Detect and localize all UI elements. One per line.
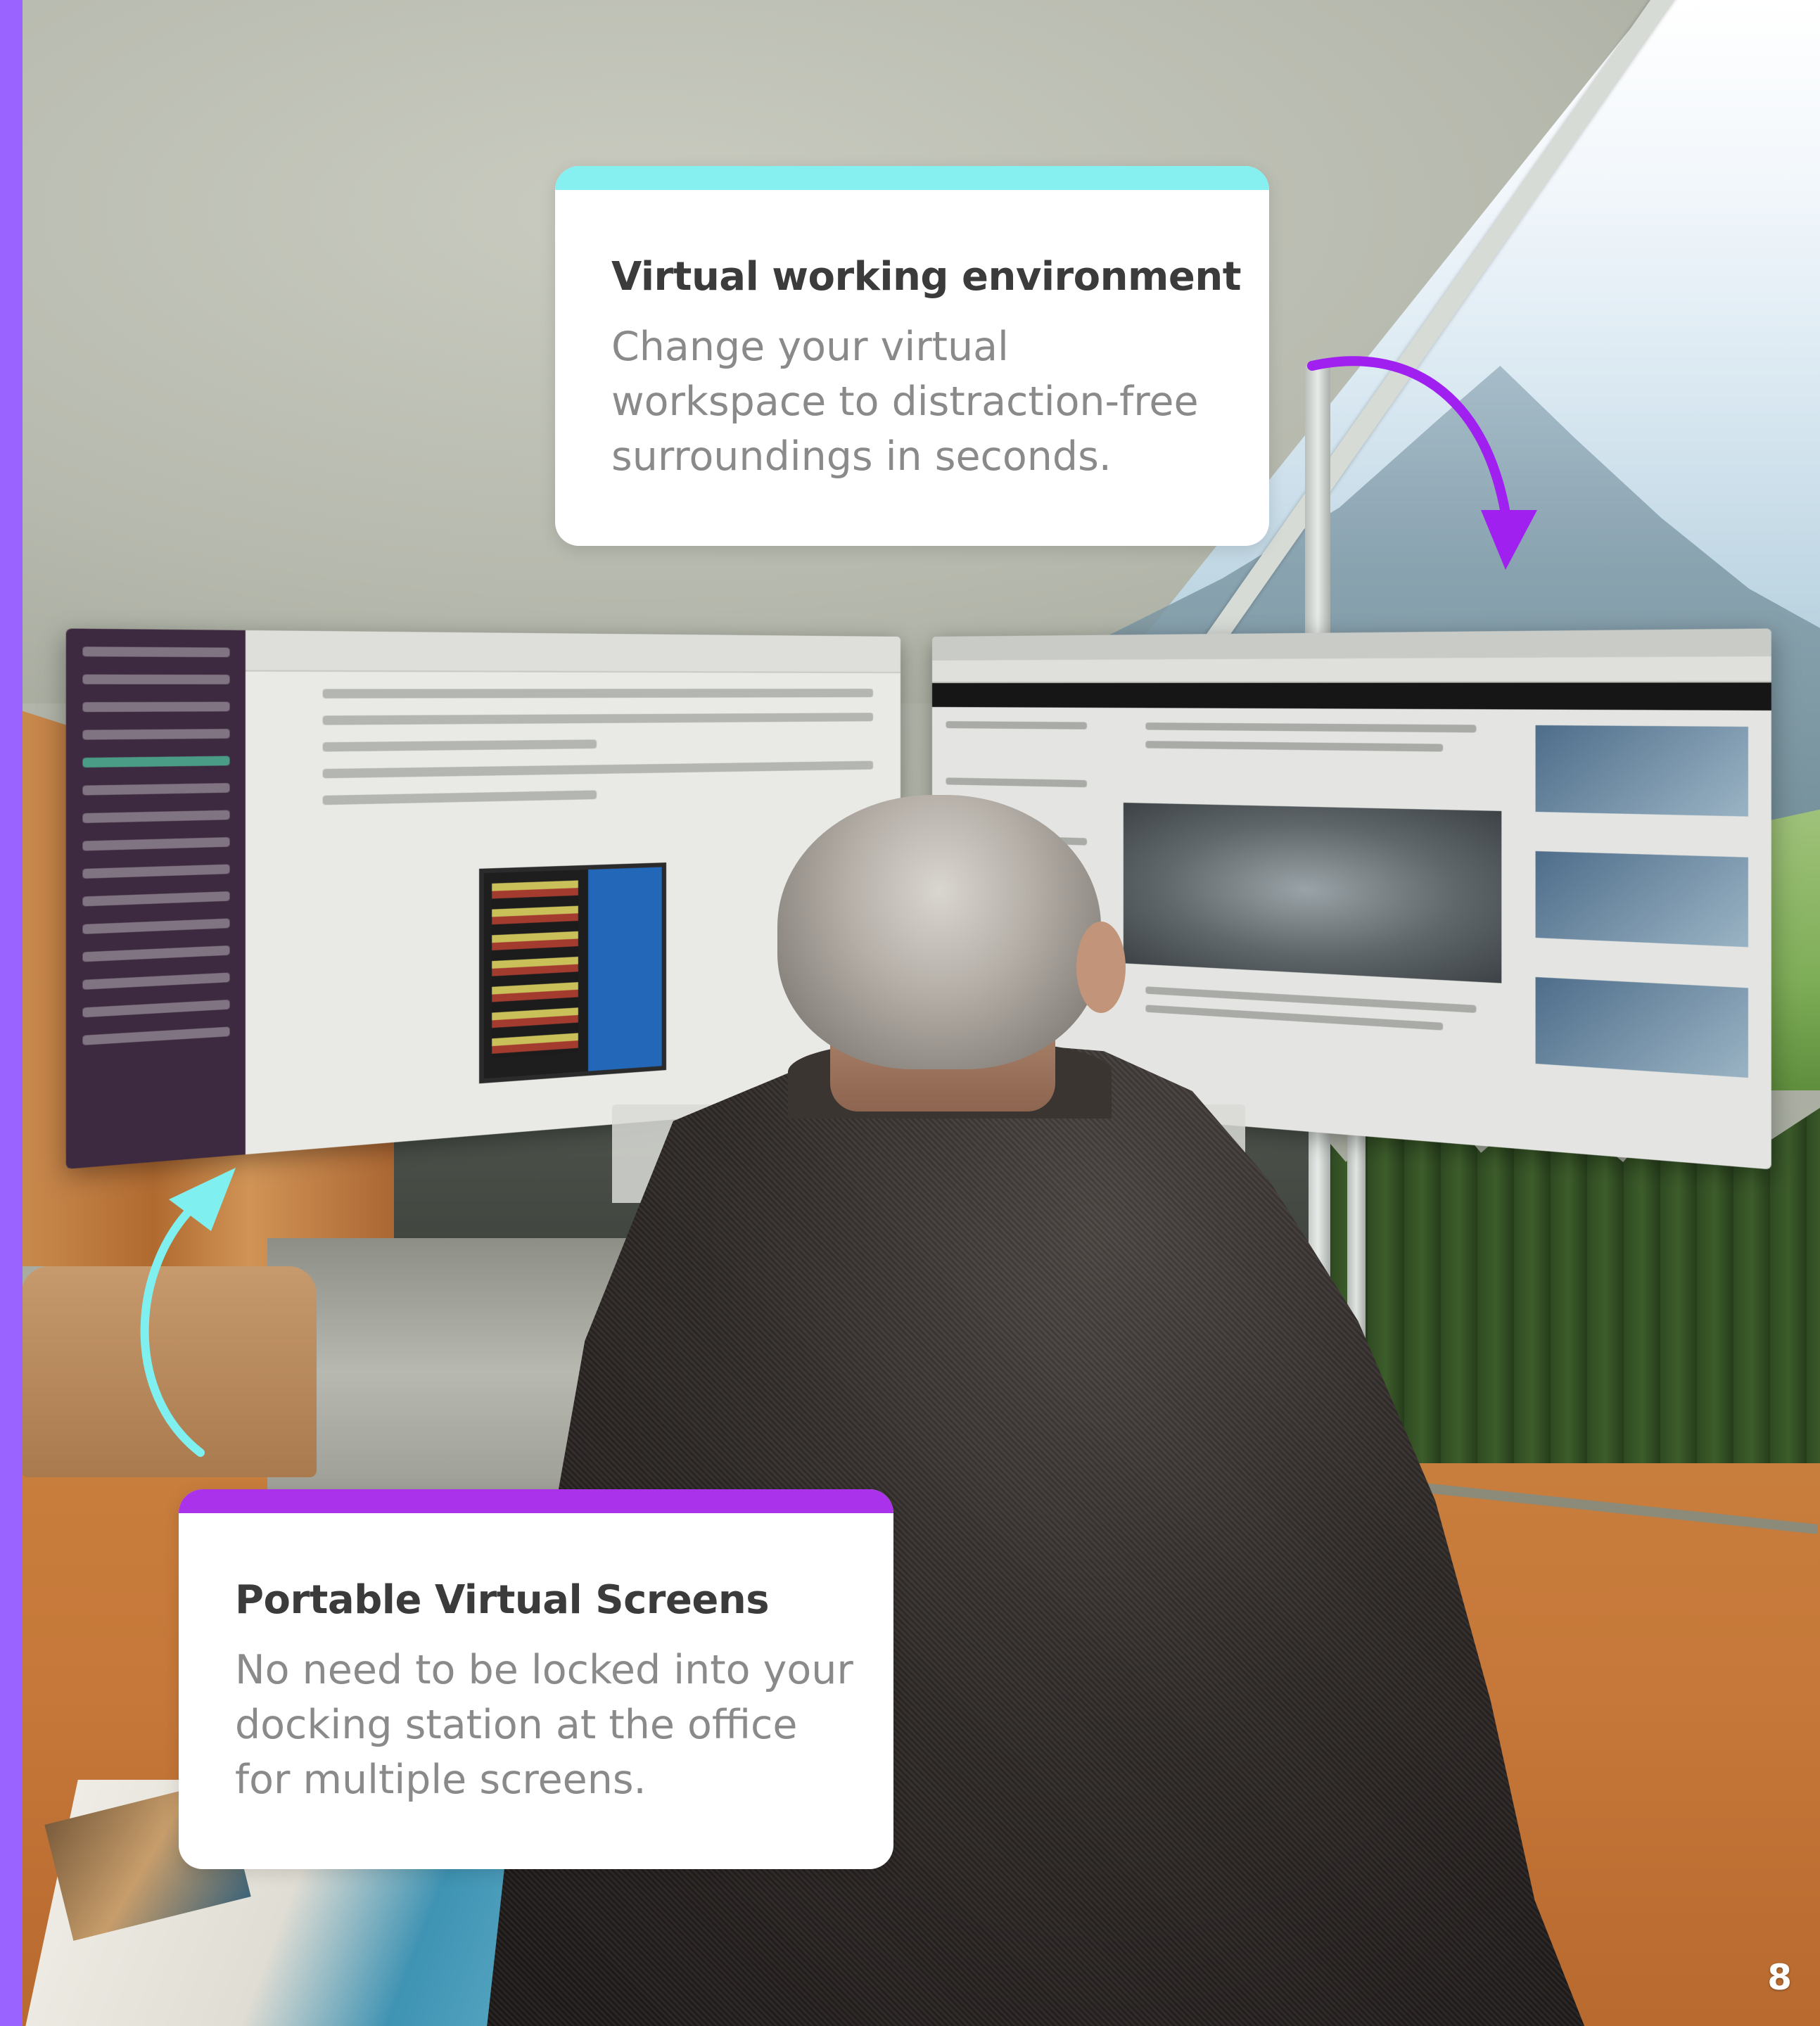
page-number: 8 bbox=[1767, 1957, 1792, 1998]
browser-address-bar bbox=[932, 656, 1771, 683]
brochure-page: Virtual working environment Change your … bbox=[0, 0, 1820, 2026]
vending-machine-image bbox=[479, 862, 667, 1084]
card-title: Virtual working environment bbox=[611, 254, 1241, 300]
card-title: Portable Virtual Screens bbox=[235, 1577, 770, 1623]
person-head bbox=[777, 795, 1101, 1069]
card-description: No need to be locked into your docking s… bbox=[235, 1647, 853, 1803]
news-thumbnail bbox=[1535, 725, 1748, 817]
chat-sidebar bbox=[65, 628, 246, 1169]
left-accent-bar bbox=[0, 0, 23, 2026]
curved-arrow-down-right-icon bbox=[1307, 356, 1537, 570]
card-description: Change your virtual workspace to distrac… bbox=[611, 324, 1199, 480]
news-thumbnail bbox=[1535, 850, 1748, 948]
info-card-portable-screens: Portable Virtual Screens No need to be l… bbox=[179, 1489, 893, 1869]
card-accent-strip bbox=[179, 1489, 893, 1513]
curved-arrow-up-right-icon bbox=[140, 1168, 236, 1457]
news-thumbnail bbox=[1535, 976, 1748, 1078]
person-ear bbox=[1076, 922, 1126, 1013]
card-accent-strip bbox=[555, 166, 1269, 190]
info-card-virtual-environment: Virtual working environment Change your … bbox=[555, 166, 1269, 546]
site-navigation-bar bbox=[932, 682, 1771, 711]
headset-hero-image bbox=[1123, 803, 1502, 983]
